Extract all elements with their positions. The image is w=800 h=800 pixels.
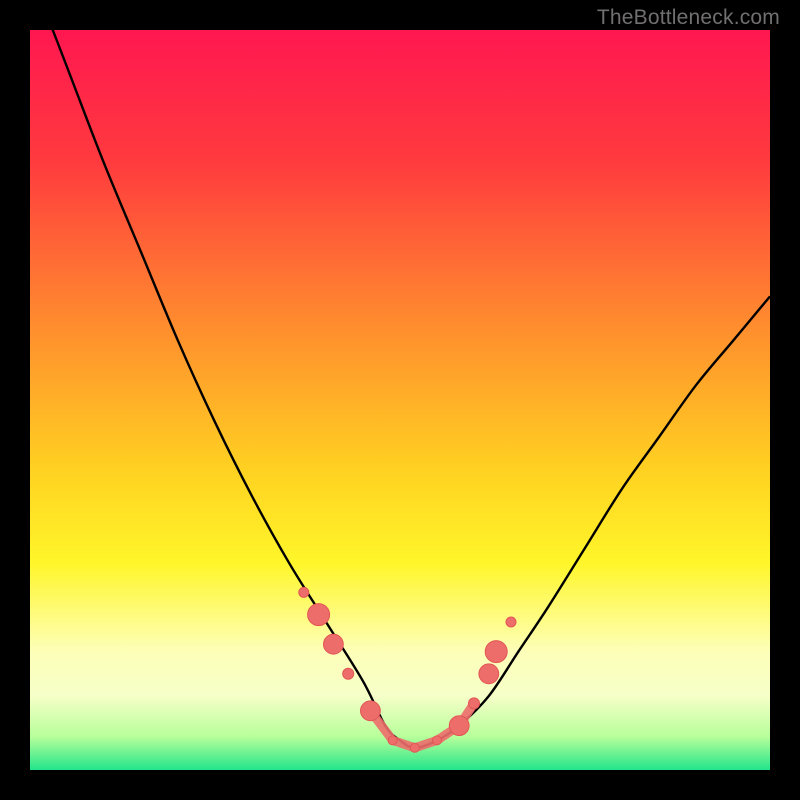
marker-dot bbox=[343, 668, 354, 679]
marker-group bbox=[299, 587, 516, 752]
bottleneck-curve bbox=[30, 30, 770, 748]
marker-dot bbox=[388, 736, 397, 745]
chart-frame: TheBottleneck.com bbox=[0, 0, 800, 800]
marker-dot bbox=[324, 634, 344, 654]
curve-layer bbox=[30, 30, 770, 770]
marker-dot bbox=[506, 617, 516, 627]
marker-dot bbox=[479, 664, 499, 684]
watermark-text: TheBottleneck.com bbox=[597, 6, 780, 30]
marker-dot bbox=[469, 698, 480, 709]
marker-dot bbox=[308, 604, 330, 626]
marker-dot bbox=[449, 716, 469, 736]
marker-dot bbox=[485, 641, 507, 663]
marker-dot bbox=[410, 743, 419, 752]
marker-dot bbox=[433, 736, 442, 745]
marker-dot bbox=[361, 701, 381, 721]
marker-dot bbox=[299, 587, 309, 597]
plot-area bbox=[30, 30, 770, 770]
